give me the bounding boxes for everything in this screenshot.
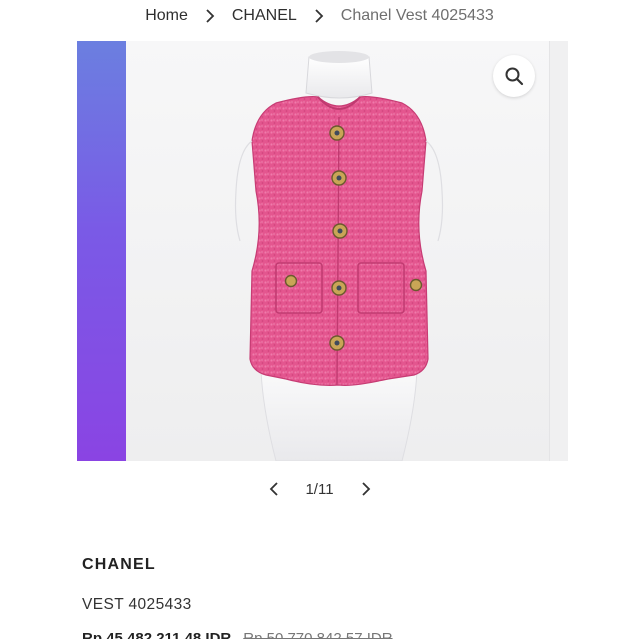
chevron-right-icon: [188, 9, 232, 23]
breadcrumb-home[interactable]: Home: [145, 7, 188, 25]
vest-illustration: [234, 51, 444, 461]
next-image-button[interactable]: [344, 476, 388, 502]
image-counter: 1/11: [305, 480, 334, 498]
product-gallery: [77, 41, 568, 461]
price-row: Rp 45.482.211,48 IDR Rp 50.770.842,57 ID…: [82, 630, 393, 639]
sale-price: Rp 45.482.211,48 IDR: [82, 630, 232, 639]
breadcrumb-brand[interactable]: CHANEL: [232, 7, 297, 25]
original-price: Rp 50.770.842,57 IDR: [243, 630, 393, 639]
product-brand[interactable]: CHANEL: [82, 556, 156, 574]
next-image-peek[interactable]: [549, 41, 568, 461]
prev-image-button[interactable]: [252, 476, 296, 502]
breadcrumb: Home CHANEL Chanel Vest 4025433: [0, 0, 639, 32]
gallery-side-strip: [77, 41, 126, 461]
product-title: VEST 4025433: [82, 596, 192, 613]
breadcrumb-current: Chanel Vest 4025433: [340, 7, 494, 24]
chevron-right-icon: [361, 482, 370, 496]
search-icon: [505, 67, 524, 86]
chevron-right-icon: [297, 9, 341, 23]
product-image[interactable]: [126, 41, 549, 461]
zoom-button[interactable]: [493, 55, 535, 97]
gallery-pager: 1/11: [0, 476, 639, 502]
chevron-left-icon: [269, 482, 278, 496]
